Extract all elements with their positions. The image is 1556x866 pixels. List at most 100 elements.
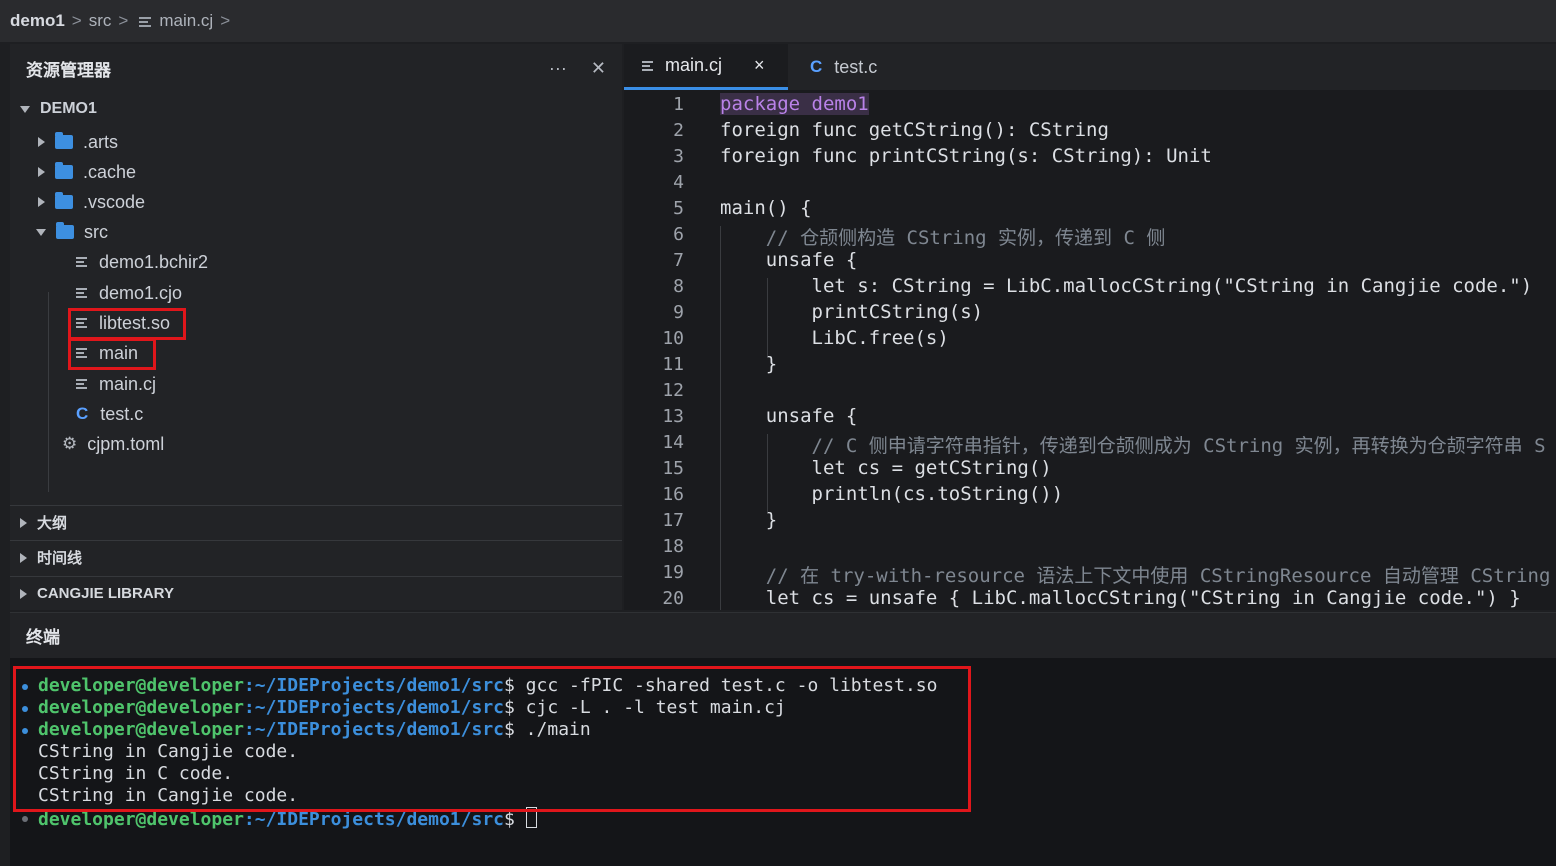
line-number: 16	[662, 484, 684, 505]
chevron-right-icon	[20, 517, 27, 528]
code-line: let s: CString = LibC.mallocCString("CSt…	[720, 275, 1533, 297]
code-comment: // C 侧申请字符串指针，传递到仓颉侧成为 CString 实例，再转换为仓颉…	[720, 435, 1546, 457]
chevron-right-icon	[38, 197, 45, 207]
c-file-icon: C	[810, 57, 823, 76]
tree-item-label: demo1.bchir2	[99, 251, 209, 272]
tab-label: main.cj	[665, 55, 723, 75]
code-line: let cs = getCString()	[720, 457, 1052, 479]
tree-item-cache[interactable]: .cache	[38, 157, 136, 187]
code-line: }	[720, 509, 778, 531]
highlight-box	[13, 666, 971, 812]
close-icon[interactable]: ✕	[591, 58, 606, 79]
indent-guide	[48, 292, 49, 492]
chevron-right-icon: >	[118, 11, 129, 30]
line-number: 13	[662, 406, 684, 427]
tree-item-label: demo1.cjo	[99, 282, 183, 303]
line-number: 2	[673, 120, 684, 141]
code-line: println(cs.toString())	[720, 483, 1064, 505]
line-number: 11	[662, 354, 684, 375]
line-number: 15	[662, 458, 684, 479]
explorer-header: 资源管理器 ··· ✕	[10, 44, 622, 92]
code-comment: // 仓颉侧构造 CString 实例，传递到 C 侧	[720, 227, 1166, 249]
code-line: foreign func printCString(s: CString): U…	[720, 145, 1212, 167]
code-line: LibC.free(s)	[720, 327, 949, 349]
line-number: 3	[673, 146, 684, 167]
line-number: 14	[662, 432, 684, 453]
tab-test-c[interactable]: C test.c	[792, 44, 912, 90]
line-number: 5	[673, 198, 684, 219]
tree-item-main-cj[interactable]: main.cj	[76, 369, 156, 399]
tree-item-vscode[interactable]: .vscode	[38, 187, 145, 217]
gear-icon: ⚙	[62, 434, 78, 453]
section-label: CANGJIE LIBRARY	[37, 585, 174, 602]
command-status-icon	[22, 816, 28, 822]
line-number: 17	[662, 510, 684, 531]
c-file-icon: C	[76, 404, 89, 423]
chevron-right-icon	[20, 588, 27, 599]
close-icon[interactable]: ×	[754, 55, 765, 76]
tab-main-cj[interactable]: main.cj ×	[624, 44, 788, 90]
folder-icon	[55, 132, 73, 149]
tree-item-label: test.c	[100, 403, 144, 424]
line-number: 19	[662, 562, 684, 583]
section-cangjie-library[interactable]: CANGJIE LIBRARY	[10, 576, 622, 610]
folder-icon	[55, 162, 73, 179]
file-icon	[139, 16, 152, 28]
prompt-path: :~/IDEProjects/demo1/src	[243, 809, 504, 830]
highlight-box	[68, 338, 156, 370]
terminal-title[interactable]: 终端	[26, 623, 60, 648]
chevron-right-icon	[38, 137, 45, 147]
breadcrumb-item-demo1[interactable]: demo1	[10, 11, 65, 31]
ellipsis-icon[interactable]: ···	[549, 58, 567, 79]
line-number: 12	[662, 380, 684, 401]
chevron-right-icon	[20, 552, 27, 563]
code-line: unsafe {	[720, 405, 858, 427]
line-number: 8	[673, 276, 684, 297]
file-icon	[76, 287, 87, 299]
terminal-panel[interactable]: developer@developer:~/IDEProjects/demo1/…	[10, 658, 1556, 866]
code-line: foreign func getCString(): CString	[720, 119, 1109, 141]
tree-item-arts[interactable]: .arts	[38, 127, 118, 157]
section-label: 时间线	[37, 550, 83, 567]
tree-item-test-c[interactable]: C test.c	[76, 399, 143, 429]
line-number: 18	[662, 536, 684, 557]
line-number: 1	[673, 94, 684, 115]
line-number: 4	[673, 172, 684, 193]
tree-item-demo1-bchir2[interactable]: demo1.bchir2	[76, 247, 208, 277]
chevron-right-icon: >	[220, 11, 231, 30]
tree-root-label: DEMO1	[40, 100, 97, 117]
chevron-right-icon	[38, 167, 45, 177]
code-line: let cs = unsafe { LibC.mallocCString("CS…	[720, 587, 1521, 609]
breadcrumb: demo1 > src > main.cj >	[0, 0, 1556, 42]
tree-item-demo1-cjo[interactable]: demo1.cjo	[76, 278, 182, 308]
tree-item-cjpm-toml[interactable]: ⚙ cjpm.toml	[62, 429, 164, 459]
section-timeline[interactable]: 时间线	[10, 540, 622, 574]
highlight-box	[68, 308, 186, 340]
tree-item-src[interactable]: src	[36, 217, 108, 247]
code-line: unsafe {	[720, 249, 858, 271]
code-line: package demo1	[720, 93, 869, 115]
tree-item-label: src	[84, 221, 108, 242]
file-icon	[642, 59, 653, 72]
prompt-user: developer@developer	[38, 809, 244, 830]
tree-root[interactable]: DEMO1	[20, 94, 97, 124]
code-editor[interactable]: 1 2 3 4 5 6 7 8 9 10 11 12 13 14 15 16 1…	[624, 90, 1556, 610]
tree-item-label: .arts	[83, 131, 119, 152]
tree-item-label: .cache	[83, 161, 137, 182]
line-number: 9	[673, 302, 684, 323]
section-label: 大纲	[37, 515, 68, 532]
line-number: 20	[662, 588, 684, 609]
section-outline[interactable]: 大纲	[10, 505, 622, 539]
code-line: }	[720, 353, 778, 375]
tab-label: test.c	[834, 56, 878, 77]
breadcrumb-item-src[interactable]: src	[89, 11, 112, 31]
line-number: 10	[662, 328, 684, 349]
chevron-down-icon	[20, 105, 30, 113]
breadcrumb-item-file[interactable]: main.cj	[159, 11, 213, 31]
tree-item-label: main.cj	[99, 373, 157, 394]
chevron-down-icon	[36, 228, 46, 236]
tree-item-label: .vscode	[83, 191, 146, 212]
explorer-title: 资源管理器	[26, 60, 111, 80]
line-number: 7	[673, 250, 684, 271]
editor-tabs: main.cj × C test.c	[624, 44, 1556, 91]
